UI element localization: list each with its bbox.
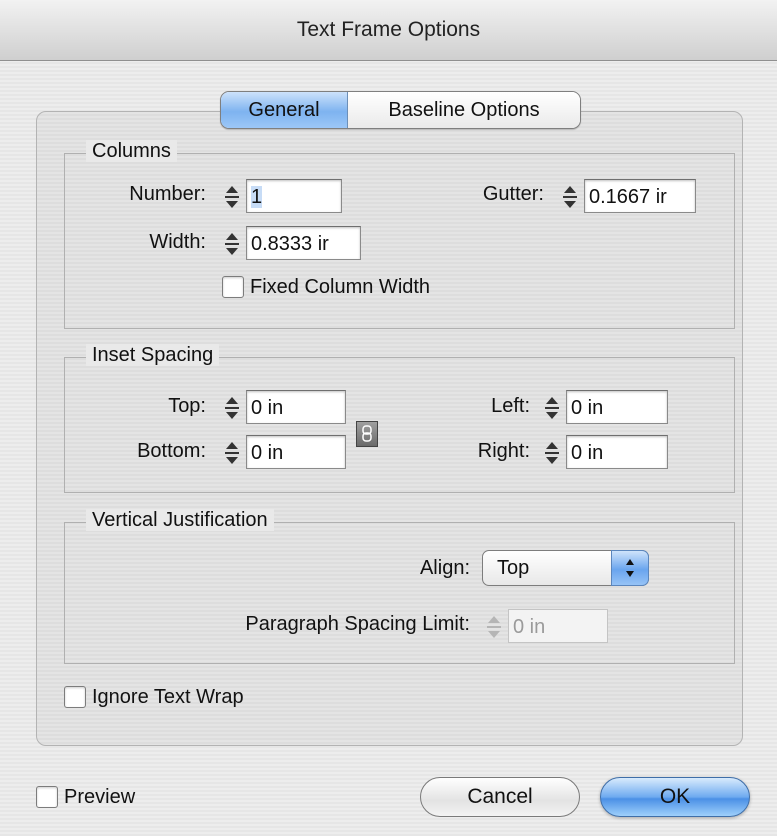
gutter-label: Gutter: xyxy=(482,183,544,205)
window-title: Text Frame Options xyxy=(0,0,777,61)
paragraph-spacing-limit-label: Paragraph Spacing Limit: xyxy=(245,613,470,635)
width-stepper-icon[interactable] xyxy=(222,229,242,259)
inset-spacing-group xyxy=(64,357,735,493)
popup-arrows-icon xyxy=(611,550,649,586)
right-label: Right: xyxy=(477,440,530,462)
columns-legend-text: Columns xyxy=(86,140,177,162)
gutter-stepper-icon[interactable] xyxy=(560,182,580,212)
top-stepper-icon[interactable] xyxy=(222,393,242,423)
fixed-column-width-checkbox[interactable] xyxy=(222,276,244,298)
bottom-field[interactable]: 0 in xyxy=(246,435,346,469)
bottom-stepper-icon[interactable] xyxy=(222,438,242,468)
gutter-field[interactable]: 0.1667 ir xyxy=(584,179,696,213)
number-stepper-icon[interactable] xyxy=(222,182,242,212)
preview-label[interactable]: Preview xyxy=(64,786,135,809)
ignore-text-wrap-label[interactable]: Ignore Text Wrap xyxy=(92,686,244,709)
chain-link-icon[interactable] xyxy=(356,421,378,447)
vertical-justification-legend-text: Vertical Justification xyxy=(86,509,274,531)
vertical-justification-legend: Vertical Justification xyxy=(78,509,282,532)
number-label: Number: xyxy=(129,183,206,205)
right-field[interactable]: 0 in xyxy=(566,435,668,469)
top-label: Top: xyxy=(168,395,206,417)
left-stepper-icon[interactable] xyxy=(542,393,562,423)
width-field[interactable]: 0.8333 ir xyxy=(246,226,361,260)
right-stepper-icon[interactable] xyxy=(542,438,562,468)
vertical-justification-group xyxy=(64,522,735,664)
tab-baseline-options[interactable]: Baseline Options xyxy=(348,92,580,128)
ok-button[interactable]: OK xyxy=(600,777,750,817)
text-frame-options-dialog: Text Frame Options General Baseline Opti… xyxy=(0,0,777,836)
width-label: Width: xyxy=(149,231,206,253)
bottom-label: Bottom: xyxy=(137,440,206,462)
columns-legend: Columns xyxy=(78,140,185,163)
inset-spacing-legend: Inset Spacing xyxy=(78,344,227,367)
left-label: Left: xyxy=(491,395,530,417)
inset-spacing-legend-text: Inset Spacing xyxy=(86,344,220,366)
number-field[interactable]: 1 xyxy=(246,179,342,213)
number-value: 1 xyxy=(251,186,263,208)
align-value: Top xyxy=(497,557,530,579)
cancel-button[interactable]: Cancel xyxy=(420,777,580,817)
left-field[interactable]: 0 in xyxy=(566,390,668,424)
tab-general[interactable]: General xyxy=(221,92,348,128)
ignore-text-wrap-checkbox[interactable] xyxy=(64,686,86,708)
tab-bar: General Baseline Options xyxy=(220,91,581,129)
preview-checkbox[interactable] xyxy=(36,786,58,808)
fixed-column-width-label[interactable]: Fixed Column Width xyxy=(250,276,430,299)
align-popup[interactable]: Top xyxy=(482,550,649,586)
top-field[interactable]: 0 in xyxy=(246,390,346,424)
paragraph-spacing-stepper-icon xyxy=(484,612,504,642)
paragraph-spacing-limit-field: 0 in xyxy=(508,609,608,643)
align-label: Align: xyxy=(419,557,470,579)
